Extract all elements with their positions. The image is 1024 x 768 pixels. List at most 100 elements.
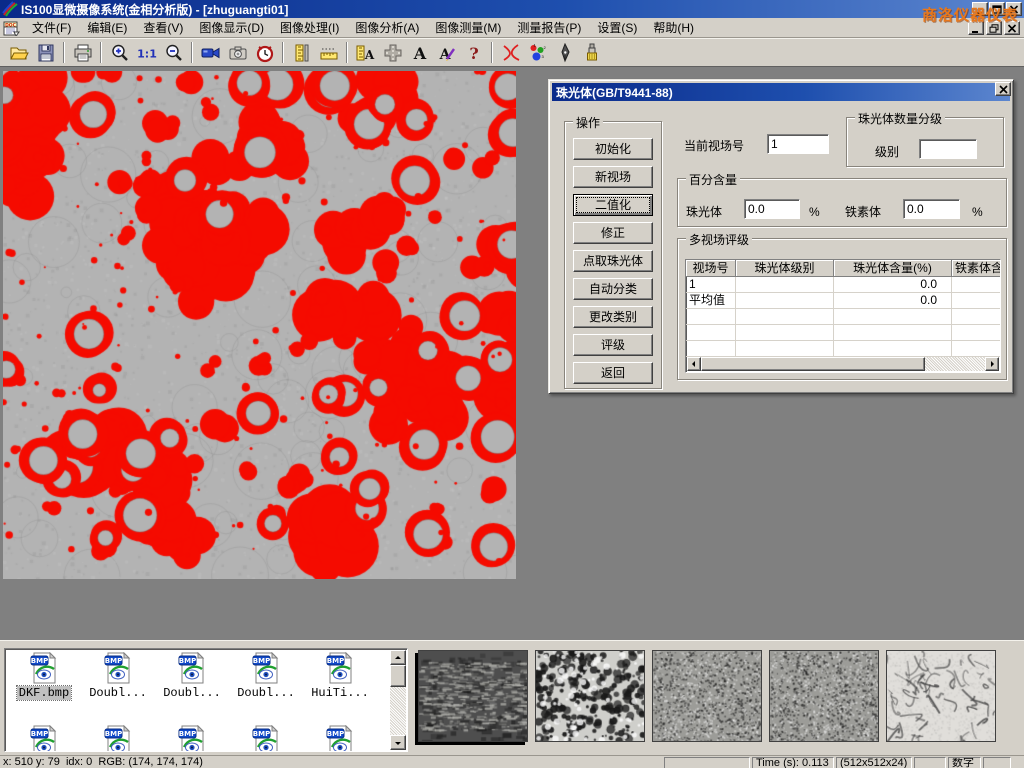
file-name: Doubl... [235, 686, 297, 700]
curve-tool-button[interactable] [498, 41, 523, 65]
menu-item-1[interactable]: 文件(F) [24, 19, 79, 37]
scroll-down-icon[interactable] [390, 735, 406, 750]
level-input[interactable] [919, 139, 977, 159]
menu-item-5[interactable]: 图像处理(I) [272, 19, 347, 37]
close-icon[interactable] [1006, 2, 1022, 16]
scroll-up-icon[interactable] [390, 650, 406, 665]
text-button[interactable]: A [407, 41, 432, 65]
ruler-button[interactable] [316, 41, 341, 65]
table-cell [736, 325, 834, 341]
ferrite-unit: % [972, 205, 983, 219]
file-item-1[interactable]: BMPDKF.bmp [7, 652, 81, 700]
minimize-icon[interactable] [968, 21, 984, 35]
menu-item-4[interactable]: 图像显示(D) [191, 19, 272, 37]
pearlite-input[interactable] [744, 199, 800, 219]
micrograph-image[interactable] [3, 71, 516, 579]
op-button-5[interactable]: 点取珠光体 [573, 250, 653, 272]
current-field-input[interactable] [767, 134, 829, 154]
menu-item-9[interactable]: 设置(S) [589, 19, 645, 37]
ferrite-input[interactable] [903, 199, 960, 219]
bmp-file-icon: BMP [176, 652, 208, 684]
grid-cross-button[interactable] [380, 41, 405, 65]
file-scrollbar[interactable] [390, 650, 406, 750]
menu-item-2[interactable]: 编辑(E) [79, 19, 135, 37]
scrollbar-thumb[interactable] [701, 357, 925, 371]
save-icon [36, 43, 56, 63]
table-header-4[interactable]: 铁素体含量(%) [952, 260, 1001, 277]
table-header-2[interactable]: 珠光体级别 [736, 260, 834, 277]
picker-button[interactable] [552, 41, 577, 65]
help-button[interactable]: ? [461, 41, 486, 65]
file-item-partial-5[interactable]: BMP [303, 725, 377, 752]
micrograph-thumb-3[interactable] [652, 650, 762, 742]
scroll-left-icon[interactable] [687, 357, 701, 371]
menu-item-8[interactable]: 测量报告(P) [509, 19, 589, 37]
close-icon[interactable] [995, 82, 1011, 96]
open-folder-button[interactable] [6, 41, 31, 65]
actual-size-button[interactable]: 1:1 [134, 41, 159, 65]
classify-button[interactable]: 123 [525, 41, 550, 65]
op-button-6[interactable]: 自动分类 [573, 278, 653, 300]
table-hscrollbar[interactable] [687, 357, 999, 371]
op-button-8[interactable]: 评级 [573, 334, 653, 356]
op-button-1[interactable]: 初始化 [573, 138, 653, 160]
menu-item-10[interactable]: 帮助(H) [645, 19, 702, 37]
file-item-partial-1[interactable]: BMP [7, 725, 81, 752]
zoom-in-button[interactable] [107, 41, 132, 65]
file-item-3[interactable]: BMP Doubl... [155, 652, 229, 700]
save-button[interactable] [33, 41, 58, 65]
video-camera-button[interactable] [198, 41, 223, 65]
micrograph-thumb-5[interactable] [886, 650, 996, 742]
print-icon [73, 43, 93, 63]
caliper-button[interactable] [289, 41, 314, 65]
table-row-1[interactable]: 10.0 [686, 277, 1001, 293]
brush-button[interactable] [579, 41, 604, 65]
op-button-2[interactable]: 新视场 [573, 166, 653, 188]
op-button-7[interactable]: 更改类别 [573, 306, 653, 328]
table-cell [952, 293, 1001, 309]
menu-item-3[interactable]: 查看(V) [135, 19, 191, 37]
file-item-4[interactable]: BMPDoubl... [229, 652, 303, 700]
op-button-4[interactable]: 修正 [573, 222, 653, 244]
menu-item-6[interactable]: 图像分析(A) [347, 19, 427, 37]
scroll-right-icon[interactable] [985, 357, 999, 371]
table-row-5 [686, 341, 1001, 357]
micrograph-thumb-2[interactable] [535, 650, 645, 742]
dialog-title-bar[interactable]: 珠光体(GB/T9441-88) [552, 83, 1010, 101]
file-name: Doubl... [161, 686, 223, 700]
table-row-2[interactable]: 平均值0.0 [686, 293, 1001, 309]
open-folder-icon [9, 43, 29, 63]
table-header-1[interactable]: 视场号 [686, 260, 736, 277]
measure-text-icon: A [356, 43, 376, 63]
table-header-3[interactable]: 珠光体含量(%) [834, 260, 952, 277]
file-item-partial-3[interactable]: BMP [155, 725, 229, 752]
measure-text-button[interactable]: A [353, 41, 378, 65]
micrograph-thumb-4[interactable] [769, 650, 879, 742]
classify-icon: 123 [528, 43, 548, 63]
text-edit-button[interactable]: A [434, 41, 459, 65]
micrograph-thumb-1[interactable] [418, 650, 528, 742]
maximize-icon[interactable] [989, 2, 1005, 16]
minimize-icon[interactable] [972, 2, 988, 16]
file-item-5[interactable]: BMPHuiTi... [303, 652, 377, 700]
mdi-window-controls [968, 21, 1020, 35]
op-button-3[interactable]: 二值化 [573, 194, 653, 216]
rating-table[interactable]: 视场号珠光体级别珠光体含量(%)铁素体含量(%)10.0平均值0.0 [685, 259, 1001, 373]
bmp-file-icon: BMP [176, 725, 208, 752]
zoom-out-button[interactable] [161, 41, 186, 65]
clock-button[interactable] [252, 41, 277, 65]
print-button[interactable] [70, 41, 95, 65]
file-item-partial-2[interactable]: BMP [81, 725, 155, 752]
camera-button[interactable] [225, 41, 250, 65]
op-button-9[interactable]: 返回 [573, 362, 653, 384]
scrollbar-thumb[interactable] [390, 665, 406, 687]
file-item-2[interactable]: BMPDoubl... [81, 652, 155, 700]
table-cell [686, 309, 736, 325]
close-icon[interactable] [1004, 21, 1020, 35]
file-name: Doubl... [87, 686, 149, 700]
menu-item-7[interactable]: 图像测量(M) [427, 19, 509, 37]
restore-icon[interactable] [986, 21, 1002, 35]
level-label: 级别 [875, 143, 899, 160]
file-item-partial-4[interactable]: BMP [229, 725, 303, 752]
zoom-out-icon [164, 43, 184, 63]
